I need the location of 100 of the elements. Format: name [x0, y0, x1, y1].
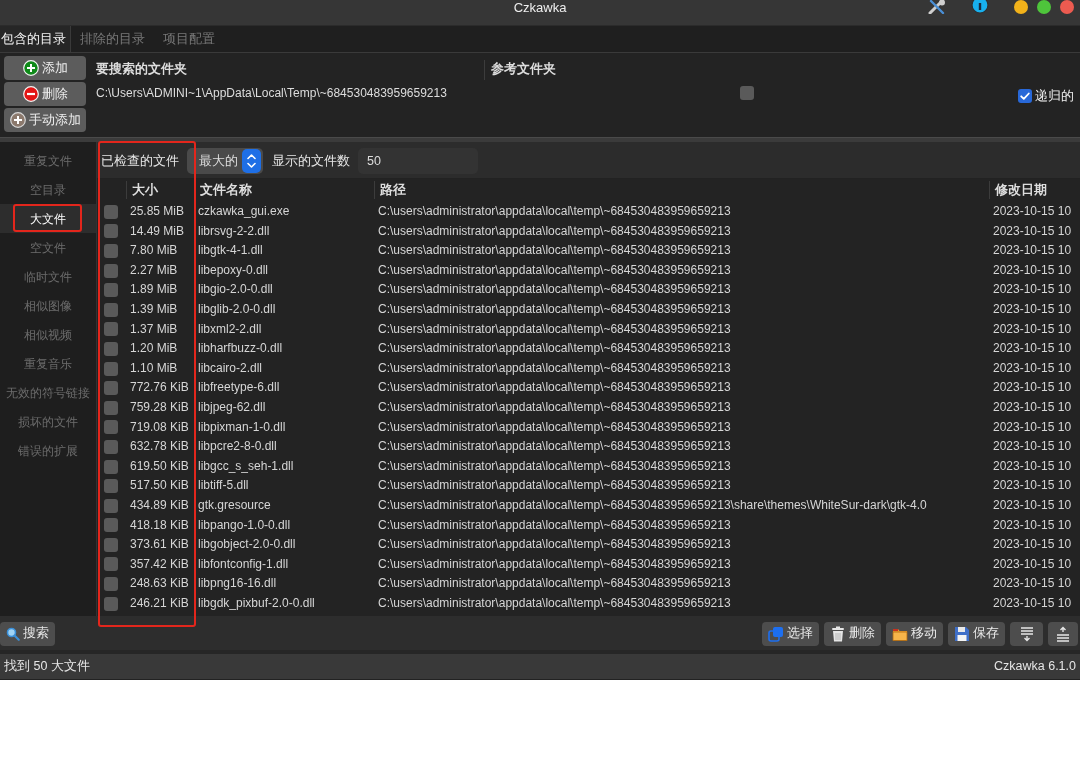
sidebar-item[interactable]: 相似视频	[0, 320, 96, 349]
filename-cell-text: libxml2-2.dll	[197, 320, 263, 338]
checkbox[interactable]	[104, 596, 118, 611]
checkbox[interactable]	[104, 302, 118, 317]
filename-cell-text: libpango-1.0-0.dll	[197, 516, 292, 534]
remove-button[interactable]: 删除	[4, 82, 86, 106]
sidebar-item[interactable]: 无效的符号链接	[0, 378, 96, 407]
column-header: 路径	[374, 180, 989, 200]
checkbox[interactable]	[104, 518, 118, 533]
checkbox[interactable]	[104, 361, 118, 376]
date-cell-text: 2023-10-15 10	[992, 261, 1073, 279]
size-cell-text: 1.10 MiB	[129, 359, 179, 377]
checkbox[interactable]	[104, 224, 118, 239]
sort-dropdown[interactable]: 最大的	[187, 148, 263, 174]
floppy-icon	[954, 625, 970, 642]
save-button[interactable]: 保存	[948, 621, 1005, 646]
size-cell-text: 14.49 MiB	[129, 222, 186, 240]
path-cell-text: C:\users\administrator\appdata\local\temp\~684530483959659213	[377, 457, 732, 475]
path-cell-text: C:\users\administrator\appdata\local\temp\~684530483959659213	[377, 242, 732, 260]
date-cell-text: 2023-10-15 10	[992, 477, 1073, 495]
filename-cell-text: libjpeg-62.dll	[197, 398, 267, 416]
date-cell-text: 2023-10-15 10	[992, 281, 1073, 299]
tab[interactable]: 项目配置	[154, 26, 224, 52]
filename-cell-text: libgio-2.0-0.dll	[197, 281, 274, 299]
path-cell-text: C:\users\administrator\appdata\local\temp\~684530483959659213	[377, 203, 732, 220]
move-to-top-button[interactable]	[1048, 621, 1078, 646]
path-cell-text: C:\users\administrator\appdata\local\temp\~684530483959659213	[377, 379, 732, 397]
checkbox[interactable]	[104, 381, 118, 396]
size-cell-text: 632.78 KiB	[129, 438, 190, 456]
sidebar-item[interactable]: 大文件	[0, 204, 96, 233]
path-cell-text: C:\users\administrator\appdata\local\temp\~684530483959659213	[377, 516, 732, 534]
delete-button[interactable]: 删除	[824, 621, 881, 646]
minimize-button[interactable]	[1014, 0, 1028, 14]
checkbox[interactable]	[104, 244, 118, 258]
add-button[interactable]: 添加	[4, 56, 86, 80]
checkbox[interactable]	[104, 537, 118, 552]
manual-add-button[interactable]: 手动添加	[4, 108, 86, 132]
status-text: 找到 50 大文件	[4, 658, 90, 676]
path-cell-text: C:\users\administrator\appdata\local\temp\~684530483959659213	[377, 340, 732, 358]
checkbox[interactable]	[104, 283, 118, 298]
date-cell-text: 2023-10-15 10	[992, 594, 1073, 612]
column-header: 要搜索的文件夹	[96, 61, 188, 78]
search-button[interactable]: 搜索	[0, 621, 55, 646]
checkbox[interactable]	[104, 341, 118, 356]
filename-cell-text: libharfbuzz-0.dll	[197, 340, 284, 358]
date-cell-text: 2023-10-15 10	[992, 203, 1073, 220]
size-cell-text: 2.27 MiB	[129, 261, 179, 279]
checkbox[interactable]	[104, 459, 118, 474]
maximize-button[interactable]	[1037, 0, 1051, 14]
sidebar-item[interactable]: 空目录	[0, 175, 96, 204]
filename-cell-text: libepoxy-0.dll	[197, 261, 270, 279]
tab[interactable]: 包含的目录	[0, 26, 71, 52]
close-button[interactable]	[1060, 0, 1074, 14]
date-cell-text: 2023-10-15 10	[992, 398, 1073, 416]
checkbox[interactable]	[104, 479, 118, 494]
sidebar-item[interactable]: 重复音乐	[0, 349, 96, 378]
date-cell-text: 2023-10-15 10	[992, 575, 1073, 593]
sidebar-item[interactable]: 重复文件	[0, 146, 96, 175]
info-icon[interactable]	[971, 0, 989, 14]
filename-cell-text: libfreetype-6.dll	[197, 379, 281, 397]
move-to-bottom-button[interactable]	[1010, 621, 1043, 646]
date-cell-text: 2023-10-15 10	[992, 418, 1073, 436]
tab[interactable]: 排除的目录	[71, 26, 154, 52]
file-count-field[interactable]: 50	[358, 148, 478, 174]
date-cell-text: 2023-10-15 10	[992, 300, 1073, 318]
size-cell-text: 25.85 MiB	[129, 203, 186, 220]
size-cell-text: 248.63 KiB	[129, 575, 190, 593]
tools-icon[interactable]	[927, 0, 947, 14]
filename-cell-text: libtiff-5.dll	[197, 477, 250, 495]
checkbox[interactable]	[104, 400, 118, 415]
window-title: Czkawka	[513, 0, 567, 14]
folder-path: C:\Users\ADMINI~1\AppData\Local\Temp\~684530483959659213	[96, 85, 448, 102]
search-icon	[6, 626, 20, 641]
sidebar-item[interactable]: 临时文件	[0, 262, 96, 291]
size-cell-text: 517.50 KiB	[129, 477, 190, 495]
move-button[interactable]: 移动	[886, 621, 943, 646]
filename-cell-text: libgtk-4-1.dll	[197, 242, 264, 260]
checkbox[interactable]	[104, 322, 118, 337]
select-button[interactable]: 选择	[762, 621, 819, 646]
sidebar-item[interactable]: 错误的扩展	[0, 436, 96, 465]
checkbox[interactable]	[104, 557, 118, 572]
checkbox[interactable]	[104, 204, 118, 219]
sidebar-item[interactable]: 相似图像	[0, 291, 96, 320]
date-cell-text: 2023-10-15 10	[992, 536, 1073, 554]
plus-circle-icon	[22, 60, 39, 76]
sidebar-item[interactable]: 损坏的文件	[0, 407, 96, 436]
path-cell-text: C:\users\administrator\appdata\local\temp\~684530483959659213	[377, 575, 732, 593]
reference-checkbox[interactable]	[740, 86, 754, 100]
path-cell-text: C:\users\administrator\appdata\local\temp\~684530483959659213	[377, 555, 732, 573]
checkbox[interactable]	[104, 420, 118, 435]
recursive-checkbox[interactable]	[1018, 89, 1032, 103]
checkbox[interactable]	[104, 577, 118, 592]
size-cell-text: 434.89 KiB	[129, 496, 190, 514]
sidebar-item[interactable]: 空文件	[0, 233, 96, 262]
date-cell-text: 2023-10-15 10	[992, 555, 1073, 573]
checkbox[interactable]	[104, 263, 118, 278]
path-cell-text: C:\users\administrator\appdata\local\temp\~684530483959659213	[377, 300, 732, 318]
date-cell-text: 2023-10-15 10	[992, 379, 1073, 397]
checkbox[interactable]	[104, 439, 118, 454]
checkbox[interactable]	[104, 498, 118, 513]
